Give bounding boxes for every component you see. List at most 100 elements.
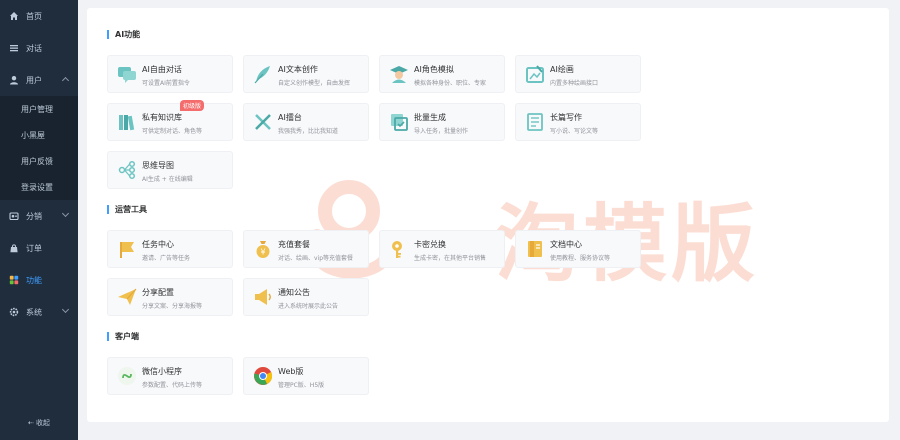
card-desc: 可设置AI前置指令 [142,80,190,87]
card-ai-paint[interactable]: AI绘画 内置多种绘画接口 [515,55,641,93]
card-name: 微信小程序 [142,367,182,376]
nav-features[interactable]: 功能 [0,264,78,296]
svg-text:¥: ¥ [260,248,265,257]
card-share-config[interactable]: 分享配置 分享文案、分享海报等 [107,278,233,316]
nav-home[interactable]: 首页 [0,0,78,32]
card-ai-role[interactable]: AI角色模拟 模拟各种身份、职位、专家 [379,55,505,93]
card-task-center[interactable]: 任务中心 邀请、广告等任务 [107,230,233,268]
card-name: 任务中心 [142,240,174,249]
card-name: 通知公告 [278,288,310,297]
card-name: AI文本创作 [278,65,318,74]
feather-icon [254,66,270,84]
card-desc: 管理PC版、H5版 [278,382,325,389]
card-name: 长篇写作 [550,113,582,122]
card-desc: 使用教程、服务协议等 [550,255,611,262]
card-desc: 对话、绘画、vip等充值套餐 [278,255,354,262]
card-ai-chat[interactable]: AI自由对话 可设置AI前置指令 [107,55,233,93]
chevron-down-icon [61,305,70,314]
card-desc: 导入任务，批量创作 [414,128,469,135]
grid-icon [9,275,19,285]
card-desc: 分享文案、分享海报等 [142,303,203,310]
bag-icon [9,243,19,253]
settings-icon [9,307,19,317]
sidebar: 首页 对话 用户 用户管理 小黑屋 用户反馈 登录设置 分销 订单 功能 系统 … [0,0,78,440]
document-icon [527,113,543,131]
sub-login-settings[interactable]: 登录设置 [0,174,78,200]
sub-feedback[interactable]: 用户反馈 [0,148,78,174]
swords-icon [255,114,271,130]
collapse-button[interactable]: ⇠ 收起 [0,418,78,428]
chevron-down-icon [61,209,70,218]
card-name: 卡密兑换 [414,240,446,249]
card-desc: 可供定制对话、角色等 [142,128,203,135]
main-panel: 一淘模版 AI功能 AI自由对话 可设置AI前置指令 AI文本创作 自定义创作模… [87,8,889,422]
card-name: 私有知识库 [142,113,182,122]
section-title-ai: AI功能 [107,30,140,39]
miniprogram-icon [118,367,136,385]
version-badge: 初级版 [180,100,205,111]
nav-distribution[interactable]: 分销 [0,200,78,232]
nav-features-label: 功能 [26,275,42,285]
section-title-clients: 客户端 [107,332,139,341]
card-name: 思维导图 [142,161,174,170]
card-name: 批量生成 [414,113,446,122]
batch-icon [391,114,408,131]
key-icon [392,241,402,258]
user-icon [9,75,19,85]
card-desc: 我强我秀，比比我知道 [278,128,339,135]
card-desc: 参数配置、代码上传等 [142,382,203,389]
card-name: 充值套餐 [278,240,310,249]
nav-orders[interactable]: 订单 [0,232,78,264]
nav-orders-label: 订单 [26,243,42,253]
home-icon [9,11,19,21]
flag-icon [120,242,134,258]
nav-distribution-label: 分销 [26,211,42,221]
sub-user-manage[interactable]: 用户管理 [0,96,78,122]
card-web-version[interactable]: Web版 管理PC版、H5版 [243,357,369,395]
card-knowledge-base[interactable]: 私有知识库 初级版 可供定制对话、角色等 [107,100,233,141]
megaphone-icon [255,289,271,305]
money-bag-icon: ¥ [256,241,270,258]
doc-center-icon [528,241,542,257]
card-ai-text[interactable]: AI文本创作 自定义创作模型，自由发挥 [243,55,369,93]
card-doc-center[interactable]: 文档中心 使用教程、服务协议等 [515,230,641,268]
card-name: 文档中心 [550,240,582,249]
card-desc: 进入系统时展示此公告 [278,303,339,310]
nav-user[interactable]: 用户 [0,64,78,96]
mindmap-icon [118,160,136,180]
graduate-icon [390,66,408,83]
books-icon [119,115,135,131]
painting-icon [526,65,544,83]
card-name: AI角色模拟 [414,65,454,74]
collapse-arrow-icon: ⇠ [27,419,37,427]
card-desc: 模拟各种身份、职位、专家 [414,80,487,87]
card-name: Web版 [278,367,304,376]
section-title-operations: 运营工具 [107,205,147,214]
card-desc: AI生成 + 在线编辑 [142,176,193,183]
card-announcement[interactable]: 通知公告 进入系统时展示此公告 [243,278,369,316]
card-batch-generate[interactable]: 批量生成 导入任务，批量创作 [379,103,505,141]
list-icon [9,43,19,53]
card-desc: 写小说、写论文等 [550,128,599,135]
collapse-label: 收起 [36,419,51,427]
nav-chat[interactable]: 对话 [0,32,78,64]
chat-bubble-icon [118,67,136,83]
nav-system-label: 系统 [26,307,42,317]
card-name: 分享配置 [142,288,174,297]
card-ai-arena[interactable]: AI擂台 我强我秀，比比我知道 [243,103,369,141]
nav-user-label: 用户 [26,75,42,85]
card-desc: 生成卡密，在其他平台销售 [414,255,487,262]
card-name: AI擂台 [278,113,302,122]
user-submenu: 用户管理 小黑屋 用户反馈 登录设置 [0,96,78,200]
sub-blacklist[interactable]: 小黑屋 [0,122,78,148]
card-wechat-miniprogram[interactable]: 微信小程序 参数配置、代码上传等 [107,357,233,395]
share-icon [9,211,19,221]
card-card-exchange[interactable]: 卡密兑换 生成卡密，在其他平台销售 [379,230,505,268]
card-mindmap[interactable]: 思维导图 AI生成 + 在线编辑 [107,151,233,189]
card-name: AI自由对话 [142,65,182,74]
card-desc: 自定义创作模型，自由发挥 [278,80,351,87]
nav-system[interactable]: 系统 [0,296,78,328]
card-recharge-plan[interactable]: ¥ 充值套餐 对话、绘画、vip等充值套餐 [243,230,369,268]
card-long-writing[interactable]: 长篇写作 写小说、写论文等 [515,103,641,141]
nav-home-label: 首页 [26,11,42,21]
